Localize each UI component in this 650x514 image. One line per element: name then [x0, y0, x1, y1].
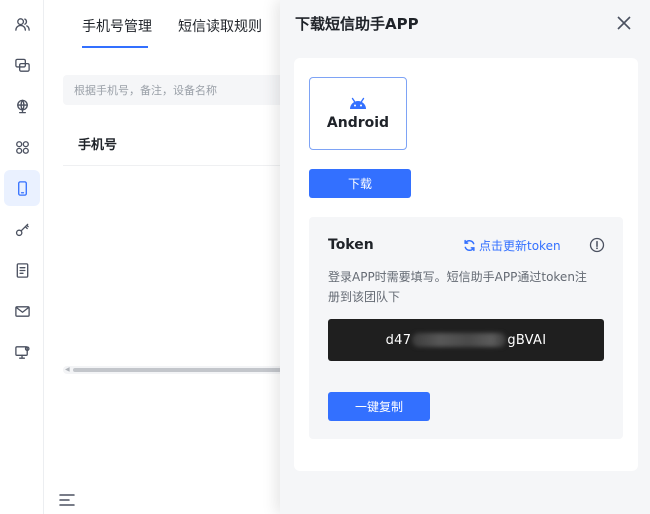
chat-icon — [14, 58, 30, 72]
document-icon — [16, 262, 28, 278]
menu-icon[interactable] — [58, 492, 76, 506]
refresh-token-label: 点击更新token — [479, 239, 561, 253]
refresh-token-link[interactable]: 点击更新token — [463, 237, 561, 254]
platform-label: Android — [326, 115, 390, 131]
scrollbar-thumb[interactable] — [73, 368, 295, 372]
horizontal-scrollbar[interactable]: ◀ — [63, 366, 295, 374]
scroll-left-arrow-icon[interactable]: ◀ — [65, 366, 70, 374]
globe-icon — [16, 99, 28, 113]
token-label: Token — [328, 237, 374, 253]
table-header-divider — [63, 165, 295, 166]
download-button[interactable]: 下载 — [309, 169, 411, 198]
search-input[interactable] — [74, 83, 293, 97]
apps-icon — [15, 140, 29, 154]
download-app-drawer: 下载短信助手APP Android 下载 Token 点击更新token 登录A… — [280, 0, 650, 514]
nav-screen-settings[interactable] — [4, 334, 40, 370]
nav-apps[interactable] — [4, 129, 40, 165]
key-icon — [15, 223, 29, 236]
token-value-prefix: d47 — [385, 332, 412, 348]
token-value-suffix: gBVAI — [507, 332, 547, 348]
tab-phone-management[interactable]: 手机号管理 — [82, 16, 152, 36]
search-box — [63, 75, 293, 105]
token-value-masked — [412, 333, 507, 347]
info-icon[interactable] — [589, 237, 605, 253]
nav-document[interactable] — [4, 252, 40, 288]
tab-bar: 手机号管理 短信读取规则 — [45, 0, 285, 50]
nav-chat[interactable] — [4, 47, 40, 83]
copy-token-button[interactable]: 一键复制 — [328, 392, 430, 421]
drawer-title: 下载短信助手APP — [295, 15, 419, 33]
token-description: 登录APP时需要填写。短信助手APP通过token注册到该团队下 — [328, 270, 587, 304]
token-value-box[interactable]: d47 gBVAI — [328, 319, 604, 361]
download-card: Android 下载 Token 点击更新token 登录APP时需要填写。短信… — [294, 58, 638, 471]
mobile-icon — [17, 180, 27, 196]
close-button[interactable] — [613, 12, 635, 34]
refresh-icon — [464, 239, 475, 252]
nav-mobile[interactable] — [4, 170, 40, 206]
side-nav-rail — [0, 0, 44, 514]
nav-users[interactable] — [4, 6, 40, 42]
active-tab-indicator — [82, 46, 148, 48]
close-icon — [617, 16, 631, 30]
screen-settings-icon — [14, 345, 30, 359]
users-icon — [14, 17, 30, 31]
token-panel: Token 点击更新token 登录APP时需要填写。短信助手APP通过toke… — [309, 217, 623, 439]
nav-globe[interactable] — [4, 88, 40, 124]
nav-mail[interactable] — [4, 293, 40, 329]
android-icon — [350, 97, 366, 109]
column-header-phone: 手机号 — [78, 138, 118, 153]
tab-sms-rules[interactable]: 短信读取规则 — [178, 16, 262, 36]
nav-key[interactable] — [4, 211, 40, 247]
mail-icon — [14, 305, 30, 317]
platform-option-android[interactable]: Android — [309, 77, 407, 150]
